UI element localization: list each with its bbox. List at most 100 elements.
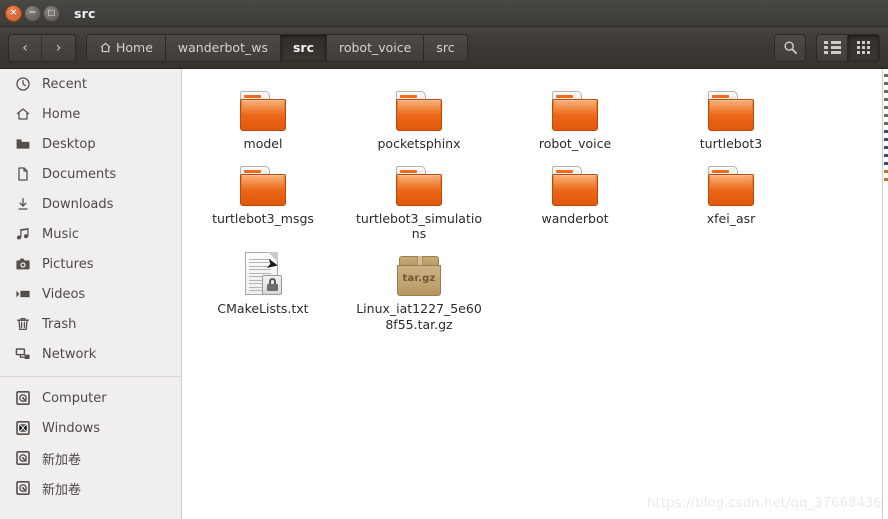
sidebar-item-label: Home <box>42 106 81 122</box>
folder-icon <box>708 91 754 131</box>
sidebar-item-documents[interactable]: Documents <box>0 159 181 189</box>
sidebar-item-home[interactable]: Home <box>0 99 181 129</box>
file-item[interactable]: tar.gz Linux_iat1227_5e608f55.tar.gz <box>343 242 495 332</box>
sidebar-separator <box>0 376 181 377</box>
sidebar-item-label: Pictures <box>42 256 94 272</box>
file-grid: model pocketsphinx robot_voice turtlebot3 tu… <box>183 69 881 332</box>
sidebar-item-label: Documents <box>42 166 117 182</box>
back-button[interactable]: ‹ <box>8 33 42 62</box>
file-grid-area[interactable]: model pocketsphinx robot_voice turtlebot3 tu… <box>183 69 881 519</box>
breadcrumb-item-src[interactable]: src <box>424 33 468 62</box>
harddisk-icon <box>14 450 31 467</box>
file-icon <box>705 158 757 206</box>
chevron-right-icon: › <box>55 39 62 56</box>
music-icon <box>14 226 31 243</box>
sidebar-item-downloads[interactable]: Downloads <box>0 189 181 219</box>
search-button[interactable] <box>774 33 806 62</box>
file-icon <box>237 83 289 131</box>
video-icon <box>14 286 31 303</box>
sidebar-item-label: 新加卷 <box>42 482 82 498</box>
folder-icon <box>708 165 754 206</box>
file-item[interactable]: turtlebot3_msgs <box>187 152 339 242</box>
text-document-locked-icon: ➤ <box>245 251 282 296</box>
sidebar-item-label: Downloads <box>42 196 114 212</box>
file-label: xfei_asr <box>706 210 756 226</box>
sidebar-item-computer[interactable]: Computer <box>0 383 181 413</box>
sidebar-item-network[interactable]: Network <box>0 339 181 369</box>
home-icon <box>14 106 31 123</box>
view-switcher <box>816 33 880 62</box>
sidebar-item-windows[interactable]: Windows <box>0 413 181 443</box>
window-title: src <box>74 5 96 21</box>
breadcrumb-item-wanderbot-ws[interactable]: wanderbot_ws <box>165 33 281 62</box>
breadcrumb-label: wanderbot_ws <box>177 40 268 55</box>
list-view-button[interactable] <box>816 33 848 62</box>
home-icon <box>99 41 112 54</box>
breadcrumb-label: Home <box>116 40 153 55</box>
file-row: turtlebot3_msgs turtlebot3_simulations wan… <box>183 152 881 242</box>
background-window-edge <box>882 69 888 519</box>
sidebar-item-videos[interactable]: Videos <box>0 279 181 309</box>
sidebar-item-label: Network <box>42 346 97 362</box>
file-icon <box>393 158 445 206</box>
file-icon <box>393 83 445 131</box>
file-row: ➤ CMakeLists.txt tar.gz Linux_iat1227_5e608… <box>183 242 881 332</box>
forward-button[interactable]: › <box>42 33 76 62</box>
windows-drive-icon <box>14 420 31 437</box>
breadcrumb-label: robot_voice <box>338 40 412 55</box>
file-item[interactable]: pocketsphinx <box>343 77 495 152</box>
list-view-icon <box>823 41 841 54</box>
file-icon <box>549 83 601 131</box>
sidebar-item-desktop[interactable]: Desktop <box>0 129 181 159</box>
sidebar-item--[interactable]: 新加卷 <box>0 443 181 473</box>
camera-icon <box>14 256 31 273</box>
close-icon: × <box>9 7 18 18</box>
minimize-icon: − <box>28 7 37 18</box>
grid-view-icon <box>857 41 870 54</box>
breadcrumb-item-home[interactable]: Home <box>86 33 166 62</box>
minimize-button[interactable]: − <box>24 4 41 22</box>
sidebar-item-label: 新加卷 <box>42 452 82 468</box>
file-item[interactable]: ➤ CMakeLists.txt <box>187 242 339 332</box>
folder-icon <box>552 91 598 131</box>
grid-view-button[interactable] <box>848 33 880 62</box>
folder-icon <box>396 91 442 131</box>
sidebar-item-label: Desktop <box>42 136 96 152</box>
sidebar-item-label: Videos <box>42 286 86 302</box>
download-icon <box>14 196 31 213</box>
sidebar-item-trash[interactable]: Trash <box>0 309 181 339</box>
file-label: Linux_iat1227_5e608f55.tar.gz <box>356 300 482 332</box>
file-item[interactable]: model <box>187 77 339 152</box>
maximize-button[interactable]: □ <box>43 4 60 22</box>
file-cell-empty <box>655 242 807 332</box>
file-icon <box>549 158 601 206</box>
file-label: turtlebot3 <box>699 136 763 151</box>
breadcrumb-item-robot-voice[interactable]: robot_voice <box>326 33 425 62</box>
sidebar-item--[interactable]: 新加卷 <box>0 473 181 503</box>
watermark: https://blog.csdn.net/qq_37668436 <box>647 496 882 511</box>
file-row: model pocketsphinx robot_voice turtlebot3 <box>183 77 881 152</box>
sidebar-item-pictures[interactable]: Pictures <box>0 249 181 279</box>
file-label: turtlebot3_simulations <box>356 210 482 242</box>
close-button[interactable]: × <box>5 4 22 22</box>
sidebar-item-music[interactable]: Music <box>0 219 181 249</box>
file-label: robot_voice <box>538 136 612 151</box>
clock-icon <box>14 76 31 93</box>
sidebar: Recent Home Desktop Documents Downloads Music… <box>0 69 182 519</box>
file-icon <box>237 158 289 206</box>
sidebar-item-recent[interactable]: Recent <box>0 69 181 99</box>
breadcrumb-item-src[interactable]: src <box>280 33 327 62</box>
folder-icon <box>396 165 442 206</box>
breadcrumb-label: src <box>436 40 455 55</box>
folder-icon <box>552 165 598 206</box>
file-item[interactable]: robot_voice <box>499 77 651 152</box>
sidebar-item-label: Trash <box>42 316 77 332</box>
trash-icon <box>14 316 31 333</box>
harddisk-icon <box>14 480 31 497</box>
file-item[interactable]: turtlebot3 <box>655 77 807 152</box>
navigation-buttons: ‹ › <box>8 33 76 62</box>
file-item[interactable]: xfei_asr <box>655 152 807 242</box>
file-label: CMakeLists.txt <box>217 300 309 316</box>
file-item[interactable]: wanderbot <box>499 152 651 242</box>
file-item[interactable]: turtlebot3_simulations <box>343 152 495 242</box>
